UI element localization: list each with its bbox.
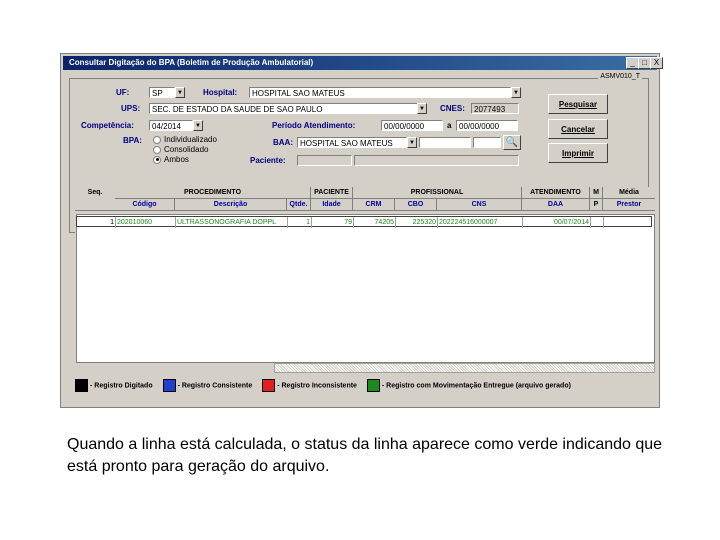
- bpa-label: BPA:: [123, 136, 142, 145]
- radio-individualizado[interactable]: Individualizado: [153, 135, 217, 144]
- cell-descricao: ULTRASSONOGRAFIA DOPPL: [176, 217, 288, 228]
- paciente-field: [297, 155, 352, 166]
- legend-item-consistente: - Registro Consistente: [162, 379, 253, 392]
- legend-label: - Registro Inconsistente: [277, 382, 357, 390]
- group-procedimento: PROCEDIMENTO: [115, 187, 311, 199]
- col-prestor: Prestor: [603, 199, 655, 211]
- radio-ambos-label: Ambos: [164, 155, 189, 164]
- ups-label: UPS:: [121, 104, 141, 113]
- baa-label: BAA:: [273, 138, 293, 147]
- uf-label: UF:: [116, 88, 130, 97]
- ups-field[interactable]: SEC. DE ESTADO DA SAUDE DE SAO PAULO: [149, 103, 427, 114]
- col-cns: CNS: [437, 199, 522, 211]
- slide-caption: Quando a linha está calculada, o status …: [67, 436, 663, 475]
- radio-consolidado[interactable]: Consolidado: [153, 145, 208, 154]
- cnes-label: CNES:: [440, 104, 465, 113]
- periodo-to-field[interactable]: 00/00/0000: [456, 120, 518, 131]
- baa-code-field[interactable]: [419, 137, 471, 148]
- window-title: Consultar Digitação do BPA (Boletim de P…: [63, 56, 657, 70]
- cell-crm: 74205: [354, 217, 396, 228]
- legend-swatch: [366, 379, 380, 392]
- col-daa: DAA: [522, 199, 590, 211]
- col-seq-header: Seq.: [75, 187, 115, 211]
- legend-item-entregue: - Registro com Movimentação Entregue (ar…: [366, 379, 571, 392]
- col-codigo: Código: [115, 199, 175, 211]
- legend-swatch: [262, 379, 276, 392]
- cell-cbo: 225320: [396, 217, 438, 228]
- cancel-button[interactable]: Cancelar: [548, 119, 608, 139]
- paciente-label: Paciente:: [250, 156, 286, 165]
- periodo-label: Período Atendimento:: [272, 121, 356, 130]
- results-grid: Seq. PROCEDIMENTO PACIENTE PROFISSIONAL …: [75, 187, 655, 384]
- table-row[interactable]: 1 202010060 ULTRASSONOGRAFIA DOPPL 1 79 …: [76, 216, 652, 228]
- legend-swatch: [162, 379, 176, 392]
- group-m: M: [590, 187, 603, 199]
- bpa-window: Consultar Digitação do BPA (Boletim de P…: [60, 53, 663, 408]
- status-legend: - Registro Digitado - Registro Consisten…: [75, 379, 655, 393]
- search-icon[interactable]: 🔍: [503, 135, 521, 150]
- radio-individualizado-circle[interactable]: [153, 135, 161, 144]
- competencia-dropdown-arrow-icon[interactable]: ▼: [193, 120, 203, 131]
- competencia-label: Competência:: [81, 121, 134, 130]
- hospital-dropdown-arrow-icon[interactable]: ▼: [511, 87, 521, 98]
- radio-ambos-circle[interactable]: [153, 155, 161, 164]
- col-cbo: CBO: [395, 199, 437, 211]
- col-idade: Idade: [311, 199, 353, 211]
- radio-ambos[interactable]: Ambos: [153, 155, 189, 164]
- group-paciente: PACIENTE: [311, 187, 353, 199]
- hospital-label: Hospital:: [203, 88, 238, 97]
- col-qtde: Qtde.: [287, 199, 311, 211]
- competencia-field[interactable]: 04/2014: [149, 120, 193, 131]
- cnes-field: 2077493: [471, 103, 519, 114]
- cell-p: [591, 217, 604, 228]
- cell-seq: 1: [77, 217, 116, 228]
- legend-item-inconsistente: - Registro Inconsistente: [262, 379, 357, 392]
- radio-consolidado-circle[interactable]: [153, 145, 161, 154]
- cell-qtde: 1: [288, 217, 312, 228]
- cell-cns: 202224516000007: [438, 217, 523, 228]
- col-descricao: Descrição: [175, 199, 287, 211]
- paciente-name-field: [354, 155, 519, 166]
- baa-field[interactable]: HOSPITAL SAO MATEUS: [297, 137, 407, 148]
- search-button[interactable]: Pesquisar: [548, 94, 608, 114]
- cell-daa: 00/07/2014: [523, 217, 591, 228]
- radio-consolidado-label: Consolidado: [164, 145, 209, 154]
- baa-dropdown-arrow-icon[interactable]: ▼: [407, 137, 417, 148]
- hospital-field[interactable]: HOSPITAL SAO MATEUS: [249, 87, 511, 98]
- uf-dropdown-arrow-icon[interactable]: ▼: [175, 87, 185, 98]
- form-code: ASMV010_T: [598, 73, 642, 80]
- legend-label: - Registro com Movimentação Entregue (ar…: [381, 382, 571, 390]
- col-p: P: [590, 199, 603, 211]
- print-button[interactable]: Imprimir: [548, 143, 608, 163]
- baa-extra-field[interactable]: [473, 137, 501, 148]
- radio-individualizado-label: Individualizado: [164, 135, 217, 144]
- legend-item-digitado: - Registro Digitado: [75, 379, 153, 392]
- legend-label: - Registro Digitado: [90, 382, 153, 390]
- legend-label: - Registro Consistente: [177, 382, 253, 390]
- uf-field[interactable]: SP: [149, 87, 175, 98]
- legend-swatch: [75, 379, 88, 392]
- group-profissional: PROFISSIONAL: [353, 187, 522, 199]
- grid-body: [76, 214, 655, 363]
- cell-prest: [604, 217, 651, 228]
- periodo-separator: a: [447, 121, 452, 130]
- cell-idade: 79: [312, 217, 354, 228]
- cell-codigo: 202010060: [116, 217, 176, 228]
- group-atendimento: ATENDIMENTO: [522, 187, 590, 199]
- group-media: Média: [603, 187, 655, 199]
- ups-dropdown-arrow-icon[interactable]: ▼: [417, 103, 427, 114]
- horizontal-scrollbar[interactable]: [274, 363, 655, 373]
- col-crm: CRM: [353, 199, 395, 211]
- close-button[interactable]: X: [650, 57, 663, 69]
- periodo-from-field[interactable]: 00/00/0000: [381, 120, 443, 131]
